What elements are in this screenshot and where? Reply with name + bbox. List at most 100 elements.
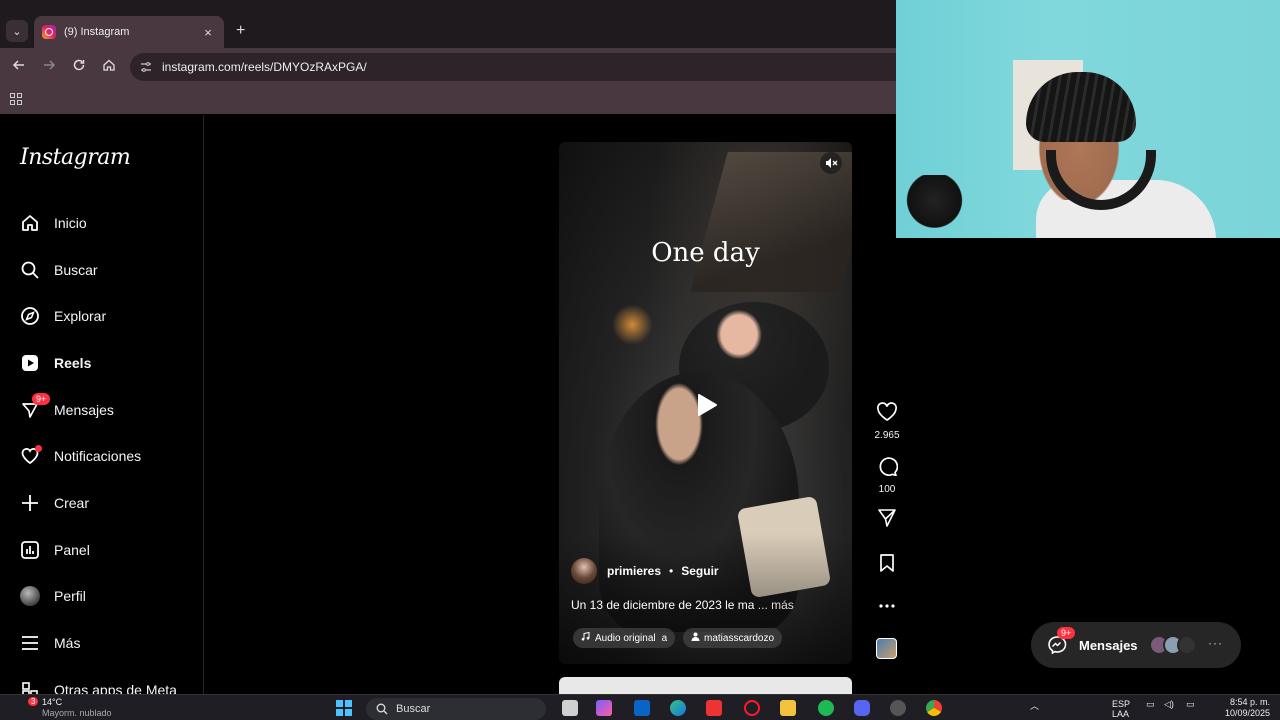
screen: ⌄ (9) Instagram × + instagram.com/reels/… xyxy=(0,0,1280,720)
sidebar-item-label: Perfil xyxy=(54,588,86,604)
follow-button[interactable]: Seguir xyxy=(681,564,718,578)
mute-button[interactable] xyxy=(820,152,842,174)
author-avatar[interactable] xyxy=(571,558,597,584)
instagram-favicon-icon xyxy=(42,25,56,39)
audio-thumbnail[interactable] xyxy=(876,638,897,659)
sidebar-item-inicio[interactable]: Inicio xyxy=(20,209,87,237)
battery-icon[interactable]: ▭ xyxy=(1186,699,1195,710)
reel-description[interactable]: Un 13 de diciembre de 2023 le ma ... más xyxy=(571,598,794,612)
reload-icon[interactable] xyxy=(70,58,88,76)
taskbar-search[interactable]: Buscar xyxy=(366,698,546,720)
app-icon[interactable] xyxy=(890,700,906,716)
task-view-icon[interactable] xyxy=(562,700,578,716)
person-icon xyxy=(691,632,700,644)
home-icon xyxy=(20,213,40,233)
opera-icon[interactable] xyxy=(744,700,760,716)
like-button[interactable]: 2.965 xyxy=(872,402,902,441)
app-icon[interactable] xyxy=(706,700,722,716)
forward-icon[interactable] xyxy=(40,58,58,76)
discord-icon[interactable] xyxy=(854,700,870,716)
home-icon[interactable] xyxy=(100,58,118,76)
bookmarks-bar xyxy=(0,86,896,114)
browser-tabbar: ⌄ (9) Instagram × + xyxy=(0,0,896,48)
bookmark-icon xyxy=(880,554,894,572)
save-button[interactable] xyxy=(872,553,902,578)
chevron-down-icon: ⌄ xyxy=(12,25,22,38)
browser-tab-instagram[interactable]: (9) Instagram × xyxy=(34,16,224,48)
menu-icon xyxy=(20,633,40,653)
notification-dot xyxy=(35,445,42,452)
network-icon[interactable]: ▭ xyxy=(1146,699,1155,710)
comment-icon xyxy=(879,457,899,477)
messages-badge: 9+ xyxy=(32,393,51,405)
sidebar-item-label: Buscar xyxy=(54,262,98,278)
sidebar-item-reels[interactable]: Reels xyxy=(20,349,91,377)
chrome-icon[interactable] xyxy=(926,700,942,716)
messages-pill-label: Mensajes xyxy=(1079,637,1138,653)
sidebar-item-buscar[interactable]: Buscar xyxy=(20,256,98,284)
more-dots-icon[interactable]: ··· xyxy=(1208,636,1223,650)
chevron-up-icon[interactable]: ︿ xyxy=(1030,699,1039,712)
reel-overlay-text: One day xyxy=(651,238,760,268)
browser-toolbar: instagram.com/reels/DMYOzRAxPGA/ xyxy=(0,48,910,86)
profile-avatar-wrap xyxy=(20,586,40,606)
tagged-user-pill[interactable]: matiasscardozo xyxy=(683,628,783,648)
windows-taskbar: 14°C Mayorm. nublado 3 Buscar ︿ ESP LAA … xyxy=(0,694,1280,720)
messages-pill-badge: 9+ xyxy=(1057,627,1076,639)
music-note-icon xyxy=(581,631,590,644)
audio-pill[interactable]: Audio original a xyxy=(573,628,676,648)
avatar xyxy=(20,586,40,606)
plus-icon xyxy=(20,493,40,513)
new-tab-button[interactable]: + xyxy=(236,22,245,40)
sidebar-item-explorar[interactable]: Explorar xyxy=(20,302,106,330)
send-icon xyxy=(878,509,896,527)
sidebar-item-perfil[interactable]: Perfil xyxy=(20,582,86,610)
messages-floating-button[interactable]: 9+ Mensajes ··· xyxy=(1031,622,1241,668)
share-button[interactable] xyxy=(872,508,902,533)
instagram-logo[interactable]: Instagram xyxy=(20,145,131,170)
sidebar-item-notificaciones[interactable]: Notificaciones xyxy=(20,442,141,470)
sidebar-item-crear[interactable]: Crear xyxy=(20,489,89,517)
tab-title: (9) Instagram xyxy=(64,26,130,38)
sidebar-item-mas[interactable]: Más xyxy=(20,629,80,657)
search-icon xyxy=(376,703,388,715)
tagged-user-name: matiasscardozo xyxy=(704,632,775,644)
copilot-icon[interactable] xyxy=(596,700,612,716)
instagram-sidebar: Instagram Inicio Buscar Explorar Reels 9… xyxy=(0,115,204,698)
site-info-icon[interactable] xyxy=(140,60,154,74)
back-icon[interactable] xyxy=(10,58,28,76)
taskbar-clock[interactable]: 8:54 p. m. 10/09/2025 xyxy=(1210,697,1270,719)
like-count: 2.965 xyxy=(874,430,900,441)
apps-grid-icon[interactable] xyxy=(10,93,22,105)
author-name[interactable]: primieres xyxy=(607,564,661,578)
spotify-icon[interactable] xyxy=(818,700,834,716)
outlook-icon[interactable] xyxy=(634,700,650,716)
avatar xyxy=(1177,635,1197,655)
heart-icon xyxy=(20,445,42,466)
file-explorer-icon[interactable] xyxy=(780,700,796,716)
sidebar-item-panel[interactable]: Panel xyxy=(20,536,90,564)
search-icon xyxy=(20,260,40,280)
windows-start-icon[interactable] xyxy=(336,700,352,716)
tab-close-icon[interactable]: × xyxy=(200,25,216,40)
comment-button[interactable]: 100 xyxy=(872,456,902,495)
address-bar[interactable]: instagram.com/reels/DMYOzRAxPGA/ xyxy=(130,53,910,81)
play-icon[interactable] xyxy=(693,392,719,418)
more-options-button[interactable] xyxy=(872,598,902,616)
comment-count: 100 xyxy=(878,484,896,495)
webcam-microphone xyxy=(896,175,966,238)
weather-description: Mayorm. nublado xyxy=(42,708,112,718)
sidebar-item-label: Mensajes xyxy=(54,402,114,418)
language-sub: LAA xyxy=(1112,709,1130,719)
tab-list-button[interactable]: ⌄ xyxy=(6,20,28,42)
reel-video[interactable]: One day primieres • Seguir Un 13 de dici… xyxy=(559,142,852,664)
language-indicator[interactable]: ESP LAA xyxy=(1112,699,1130,719)
sidebar-item-mensajes[interactable]: 9+ Mensajes xyxy=(20,393,114,424)
more-link[interactable]: ... más xyxy=(758,598,794,612)
message-avatars xyxy=(1149,635,1197,655)
sidebar-item-label: Reels xyxy=(54,355,92,371)
volume-icon[interactable]: ◁) xyxy=(1164,699,1174,710)
heart-icon xyxy=(877,402,897,421)
edge-icon[interactable] xyxy=(670,700,686,716)
separator-dot: • xyxy=(669,564,674,578)
